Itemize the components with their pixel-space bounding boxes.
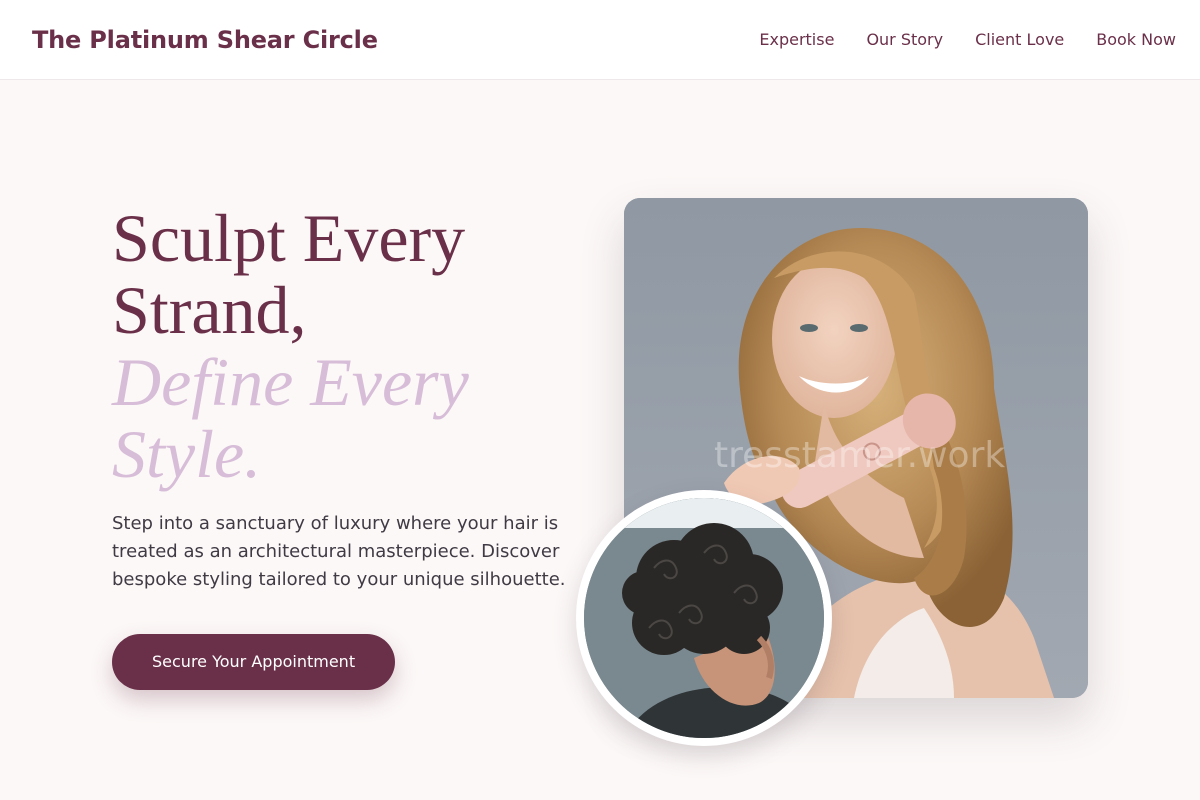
brand-logo-text[interactable]: The Platinum Shear Circle — [32, 26, 378, 54]
watermark-text: tresstamer.work — [714, 435, 1006, 476]
nav-link-book-now[interactable]: Book Now — [1096, 30, 1176, 49]
curly-hair-man-image — [584, 498, 824, 738]
nav-link-our-story[interactable]: Our Story — [866, 30, 943, 49]
nav-link-client-love[interactable]: Client Love — [975, 30, 1064, 49]
secure-appointment-button[interactable]: Secure Your Appointment — [112, 634, 396, 690]
nav-link-expertise[interactable]: Expertise — [759, 30, 834, 49]
man-portrait-image — [584, 498, 824, 738]
top-navbar: The Platinum Shear Circle Expertise Our … — [0, 0, 1200, 80]
hero-text-block: Sculpt Every Strand, Define Every Style.… — [112, 202, 592, 690]
headline-line-1: Sculpt Every Strand, — [112, 200, 466, 348]
headline-line-2: Define Every Style. — [112, 344, 469, 492]
hero-inset-photo — [576, 490, 832, 746]
hero-subtext: Step into a sanctuary of luxury where yo… — [112, 513, 566, 590]
main-nav: Expertise Our Story Client Love Book Now — [759, 30, 1176, 49]
hero-headline: Sculpt Every Strand, Define Every Style. — [112, 202, 592, 490]
